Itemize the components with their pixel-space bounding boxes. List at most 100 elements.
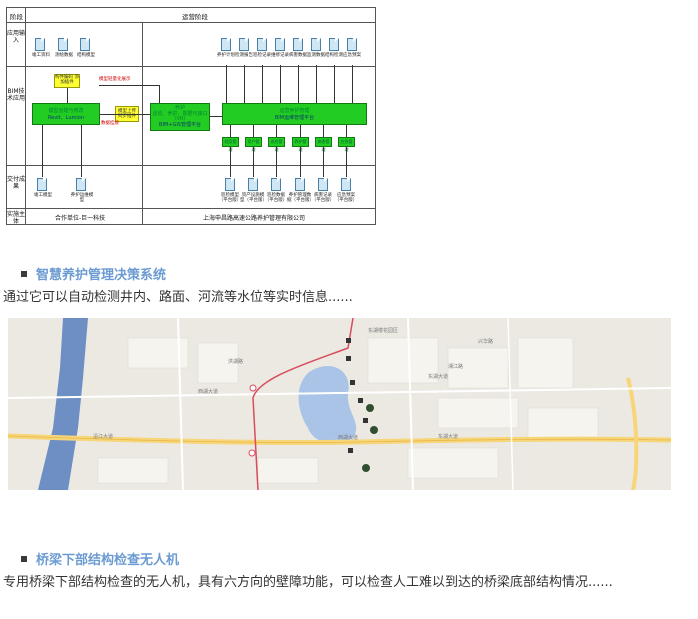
doc-label: 结构模型 <box>77 53 95 58</box>
diagram-header-operation: 运营阶段 <box>182 13 208 21</box>
diagram-row-line <box>7 66 375 67</box>
document-icon <box>271 178 281 191</box>
diagram-divider <box>142 22 143 224</box>
connector-line <box>42 125 43 177</box>
row-label-executor: 实施主体 <box>7 211 26 225</box>
connector-line <box>81 125 82 177</box>
section-title-text: 智慧养护管理决策系统 <box>36 268 167 283</box>
section-paragraph: 专用桥梁下部结构检查的无人机，具有六方向的壁障功能，可以检查人工难以到达的桥梁底… <box>3 575 613 590</box>
connector-line <box>323 147 324 177</box>
document-icon <box>275 38 285 51</box>
section-title-decision-system: 智慧养护管理决策系统 <box>21 264 166 283</box>
document-icon <box>311 38 321 51</box>
document-icon <box>318 178 328 191</box>
connector-line <box>280 65 281 103</box>
workflow-diagram: 阶段 运营阶段 应用输入 BIM技术应用 交付成果 实施主体 竣工资料 测绘数据… <box>6 7 376 225</box>
connector-line <box>100 114 150 115</box>
box-title: 养护 巡检、养护、数据与接口（VR） <box>152 105 208 122</box>
connector-line <box>298 65 299 103</box>
doc-label: 竣工模型 <box>34 193 52 198</box>
connector-line <box>323 125 324 137</box>
map-image: 东湖楼花园区 西湖大道 东湖大道 兴华路 湘江路 西湖大道 东湖大道 洪湖路 沿… <box>8 318 671 490</box>
module-box: 资产管理 <box>245 137 262 152</box>
box-title: 模型创建与修改 <box>48 108 84 114</box>
green-platform-box: 养护 巡检、养护、数据与接口（VR） BIM+GIS管理平台 <box>150 103 210 131</box>
footer-partner: 合作单位-巨一科技 <box>55 215 106 222</box>
document-icon <box>225 178 235 191</box>
document-icon <box>295 178 305 191</box>
connector-line <box>230 125 231 137</box>
section-title-drone: 桥梁下部结构检查无人机 <box>21 549 179 568</box>
document-icon <box>76 178 86 191</box>
diagram-header-stage: 阶段 <box>10 13 23 21</box>
connector-line <box>230 147 231 177</box>
document-icon <box>257 38 267 51</box>
doc-label: 养护运维模型 <box>70 193 94 203</box>
map-label: 东湖大道 <box>428 373 448 380</box>
diagram-row-line <box>7 22 375 23</box>
map-label: 东湖大道 <box>438 433 458 440</box>
document-icon <box>35 38 45 51</box>
connector-line <box>276 147 277 177</box>
footer-company: 上海申昌路高速公路养护管理有限公司 <box>203 215 306 222</box>
box-subtitle: BIM+GIS管理平台 <box>159 121 201 128</box>
document-icon <box>221 38 231 51</box>
connector-line <box>262 65 263 103</box>
section-paragraph: 通过它可以自动检测井内、路面、河流等水位等实时信息...... <box>3 290 353 305</box>
document-icon <box>293 38 303 51</box>
red-annotation: 数据挂接 <box>101 121 119 126</box>
row-label-input: 应用输入 <box>7 30 26 44</box>
diagram-row-line <box>7 165 375 166</box>
connector-line <box>316 65 317 103</box>
connector-line <box>210 116 222 117</box>
box-subtitle: Revit、Lumion <box>48 115 84 121</box>
connector-line <box>352 65 353 103</box>
module-box: 巡检管理 <box>268 137 285 152</box>
connector-line <box>253 147 254 177</box>
module-box: 养护管理 <box>292 137 309 152</box>
green-operation-box: 运营养护管理 BIM运维管理平台 <box>222 103 367 125</box>
map-label: 沿江大道 <box>93 433 113 440</box>
diagram-divider <box>25 8 26 224</box>
doc-label: 应急预案 <box>343 53 361 58</box>
document-icon <box>58 38 68 51</box>
red-annotation: 模型轻量化展示 <box>99 77 131 82</box>
connector-line <box>253 125 254 137</box>
document-icon <box>248 178 258 191</box>
map-label: 兴华路 <box>478 338 493 345</box>
module-box: 应急管理 <box>338 137 355 152</box>
map-label: 东湖楼花园区 <box>368 327 398 334</box>
connector-line <box>67 88 68 103</box>
box-title: 运营养护管理 <box>279 108 310 114</box>
module-box: 病害管理 <box>315 137 332 152</box>
row-label-output: 交付成果 <box>7 176 26 190</box>
box-subtitle: BIM运维管理平台 <box>274 115 315 121</box>
document-icon <box>347 38 357 51</box>
map-label: 洪湖路 <box>228 358 243 365</box>
document-icon <box>37 178 47 191</box>
connector-line <box>334 65 335 103</box>
map-label: 湘江路 <box>448 363 463 370</box>
bullet-icon <box>21 555 27 562</box>
connector-line <box>276 125 277 137</box>
map-label: 西湖大道 <box>198 388 218 395</box>
connector-line <box>300 125 301 137</box>
yellow-plugin-box: 构件编码 添加插件 <box>54 74 80 88</box>
connector-line <box>244 65 245 103</box>
section-title-text: 桥梁下部结构检查无人机 <box>36 553 180 568</box>
doc-label: 巡检数据（平台版） <box>264 193 288 203</box>
document-icon <box>239 38 249 51</box>
document-icon <box>329 38 339 51</box>
connector-line <box>159 85 160 103</box>
map-label: 西湖大道 <box>338 434 358 441</box>
document-icon <box>80 38 90 51</box>
document-icon <box>341 178 351 191</box>
connector-line <box>99 85 159 86</box>
diagram-row-line <box>7 208 375 209</box>
module-box: 档案管理 <box>222 137 239 152</box>
connector-line <box>346 125 347 137</box>
green-model-box: 模型创建与修改 Revit、Lumion <box>32 103 100 125</box>
doc-label: 应急预案（平台版） <box>334 193 358 203</box>
connector-line <box>226 65 227 103</box>
row-label-bim: BIM技术应用 <box>7 88 26 102</box>
